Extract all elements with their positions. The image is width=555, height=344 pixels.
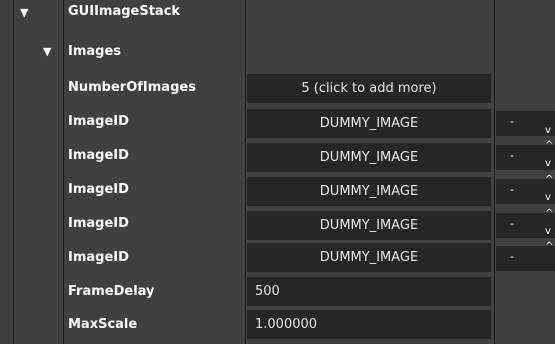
image-id-field[interactable]: DUMMY_IMAGE (247, 109, 491, 138)
tree-row-guiimagestack: ▼ GUIImageStack (0, 0, 555, 34)
tree-row-frame-delay: FrameDelay 500 (0, 277, 555, 311)
number-of-images-label: NumberOfImages (68, 80, 196, 95)
image-id-field[interactable]: DUMMY_IMAGE (247, 143, 491, 172)
max-scale-label: MaxScale (68, 317, 138, 332)
tree-row-image-id: ImageID DUMMY_IMAGE - (0, 243, 555, 277)
chevron-down-icon[interactable]: v (545, 159, 551, 169)
tree-row-max-scale: MaxScale 1.000000 (0, 310, 555, 344)
expand-toggle-icon[interactable]: ▼ (20, 7, 28, 18)
image-id-label: ImageID (68, 250, 129, 265)
property-inspector: ▼ GUIImageStack ▼ Images NumberOfImages … (0, 0, 555, 344)
tree-row-number-of-images: NumberOfImages 5 (click to add more) (0, 73, 555, 107)
tree-row-images: ▼ Images (0, 38, 555, 72)
minus-icon[interactable]: - (510, 251, 514, 262)
guiimagestack-label: GUIImageStack (68, 4, 181, 19)
tree-row-image-id: ImageID DUMMY_IMAGE - (0, 209, 555, 243)
chevron-down-icon[interactable]: v (545, 126, 551, 136)
tree-row-image-id: ImageID DUMMY_IMAGE - (0, 141, 555, 175)
image-id-field[interactable]: DUMMY_IMAGE (247, 211, 491, 240)
image-id-field[interactable]: DUMMY_IMAGE (247, 177, 491, 206)
chevron-up-icon[interactable]: ^ (545, 209, 553, 219)
minus-icon[interactable]: - (510, 184, 514, 195)
chevron-down-icon[interactable]: v (545, 227, 551, 237)
max-scale-input[interactable]: 1.000000 (247, 310, 491, 339)
minus-icon[interactable]: - (510, 116, 514, 127)
minus-icon[interactable]: - (510, 150, 514, 161)
image-id-label: ImageID (68, 148, 129, 163)
chevron-up-icon[interactable]: ^ (545, 141, 553, 151)
expand-toggle-icon[interactable]: ▼ (43, 46, 51, 57)
image-id-label: ImageID (68, 114, 129, 129)
chevron-up-icon[interactable]: ^ (545, 175, 553, 185)
image-id-field[interactable]: DUMMY_IMAGE (247, 243, 491, 272)
images-label: Images (68, 44, 122, 59)
number-of-images-button[interactable]: 5 (click to add more) (247, 74, 491, 103)
chevron-up-icon[interactable]: ^ (545, 242, 553, 252)
tree-row-image-id: ImageID DUMMY_IMAGE - (0, 175, 555, 209)
tree-row-image-id: ImageID DUMMY_IMAGE - (0, 107, 555, 141)
image-id-label: ImageID (68, 216, 129, 231)
image-id-label: ImageID (68, 182, 129, 197)
minus-icon[interactable]: - (510, 218, 514, 229)
frame-delay-label: FrameDelay (68, 284, 155, 299)
chevron-down-icon[interactable]: v (545, 193, 551, 203)
frame-delay-input[interactable]: 500 (247, 277, 491, 306)
